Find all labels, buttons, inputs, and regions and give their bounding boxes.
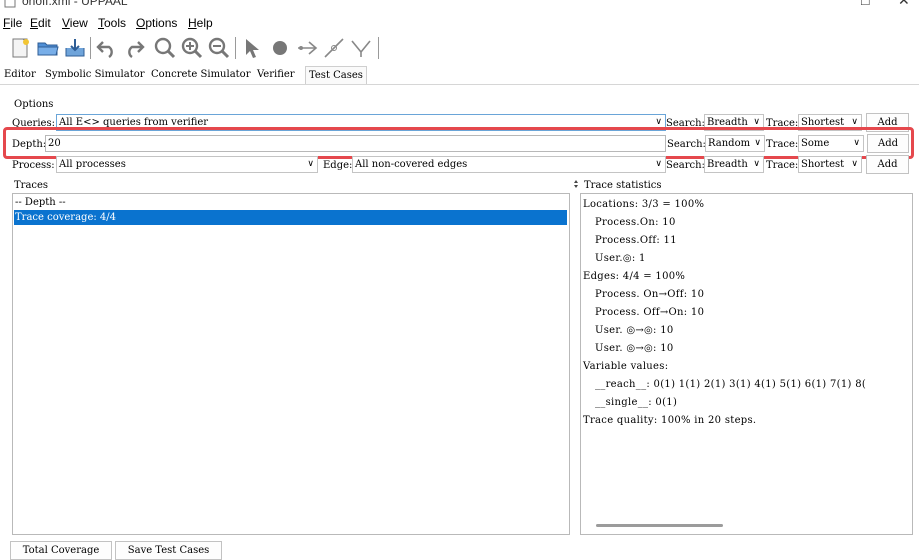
- trace-value: Shortest: [801, 159, 845, 170]
- tab-verifier[interactable]: Verifier: [254, 66, 298, 84]
- menu-bar: File Edit View Tools Options Help: [0, 13, 919, 33]
- highlight-box: [3, 127, 914, 159]
- select-arrow-icon[interactable]: [241, 36, 265, 60]
- list-item[interactable]: -- Depth --: [14, 195, 567, 210]
- menu-view[interactable]: View: [62, 16, 88, 30]
- menu-edit[interactable]: Edit: [30, 16, 51, 30]
- stats-title: Trace statistics: [584, 180, 662, 191]
- menu-tools-rest: ools: [104, 16, 127, 30]
- process-label: Process:: [12, 160, 55, 171]
- stats-trace-quality: Trace quality: 100% in 20 steps.: [583, 415, 757, 426]
- stats-line: __single__: 0(1): [595, 397, 678, 408]
- open-folder-icon[interactable]: [36, 36, 60, 60]
- save-icon[interactable]: [63, 36, 87, 60]
- title-bar: onoff.xml - UPPAAL □ ✕: [0, 0, 919, 12]
- save-test-cases-button[interactable]: Save Test Cases: [115, 541, 222, 560]
- menu-tools[interactable]: Tools: [98, 16, 126, 30]
- process-select[interactable]: All processes ∨: [56, 156, 318, 173]
- new-file-icon[interactable]: [9, 36, 33, 60]
- stats-line: Process. On→Off: 10: [595, 289, 705, 300]
- stats-line: Process. Off→On: 10: [595, 307, 705, 318]
- stats-line: User. ◎→◎: 10: [595, 325, 674, 336]
- chevron-down-icon: ∨: [851, 159, 858, 169]
- splitter-down-arrow-icon: [574, 185, 578, 188]
- search-value: Breadth: [707, 159, 748, 170]
- search-select-edge[interactable]: Breadth ∨: [704, 156, 764, 173]
- search-label: Search:: [666, 160, 705, 171]
- menu-options[interactable]: Options: [136, 16, 177, 30]
- menu-help-mnemonic: H: [188, 16, 197, 30]
- stats-horizontal-scrollbar[interactable]: [596, 524, 723, 527]
- redo-icon[interactable]: [122, 36, 146, 60]
- zoom-out-icon[interactable]: [207, 36, 231, 60]
- chevron-down-icon: ∨: [655, 159, 662, 169]
- process-value: All processes: [59, 159, 126, 170]
- stats-line: User.◎: 1: [595, 253, 646, 264]
- menu-options-rest: ptions: [145, 16, 178, 30]
- menu-help[interactable]: Help: [188, 16, 213, 30]
- menu-options-mnemonic: O: [136, 16, 146, 30]
- zoom-fit-icon[interactable]: [153, 36, 177, 60]
- nail-icon[interactable]: [322, 36, 346, 60]
- close-button[interactable]: ✕: [898, 0, 910, 9]
- stats-line: Process.Off: 11: [595, 235, 677, 246]
- menu-help-rest: elp: [196, 16, 213, 30]
- menu-file[interactable]: File: [3, 16, 22, 30]
- toolbar-separator: [90, 37, 91, 59]
- stats-line: __reach__: 0(1) 1(1) 2(1) 3(1) 4(1) 5(1)…: [595, 379, 867, 390]
- total-coverage-button[interactable]: Total Coverage: [10, 541, 112, 560]
- menu-view-mnemonic: V: [62, 16, 70, 30]
- stats-line: User. ◎→◎: 10: [595, 343, 674, 354]
- stats-line: Process.On: 10: [595, 217, 676, 228]
- maximize-button[interactable]: □: [861, 0, 869, 8]
- undo-icon[interactable]: [95, 36, 119, 60]
- chevron-down-icon: ∨: [307, 159, 314, 169]
- options-section-label: Options: [14, 99, 54, 110]
- edge-label: Edge:: [323, 160, 353, 171]
- stats-edges: Edges: 4/4 = 100%: [583, 271, 686, 282]
- edge-icon[interactable]: [295, 36, 319, 60]
- tab-test-cases[interactable]: Test Cases: [305, 66, 367, 85]
- chevron-down-icon: ∨: [753, 159, 760, 169]
- add-edge-button[interactable]: Add: [866, 155, 909, 174]
- trace-label: Trace:: [766, 160, 799, 171]
- toolbar-separator: [378, 37, 379, 59]
- traces-title: Traces: [14, 180, 49, 191]
- tab-divider: [0, 84, 919, 85]
- tab-concrete-simulator[interactable]: Concrete Simulator: [148, 66, 253, 84]
- window-title: onoff.xml - UPPAAL: [22, 0, 128, 8]
- branch-icon[interactable]: [349, 36, 373, 60]
- tab-editor[interactable]: Editor: [1, 66, 39, 84]
- stats-variable-values: Variable values:: [583, 361, 669, 372]
- toolbar-separator: [235, 37, 236, 59]
- trace-select-edge[interactable]: Shortest ∨: [798, 156, 862, 173]
- app-icon: [4, 0, 16, 8]
- traces-list[interactable]: -- Depth -- Trace coverage: 4/4: [12, 193, 570, 535]
- toolbar: [0, 34, 919, 64]
- menu-view-rest: iew: [69, 16, 88, 30]
- edge-select[interactable]: All non-covered edges ∨: [352, 156, 666, 173]
- menu-edit-mnemonic: E: [30, 16, 39, 30]
- stats-panel: Locations: 3/3 = 100% Process.On: 10 Pro…: [580, 193, 913, 535]
- menu-edit-rest: dit: [38, 16, 51, 30]
- panel-splitter[interactable]: [572, 180, 578, 536]
- menu-file-rest: ile: [10, 16, 23, 30]
- splitter-up-arrow-icon: [574, 180, 578, 183]
- location-icon[interactable]: [268, 36, 292, 60]
- zoom-in-icon[interactable]: [180, 36, 204, 60]
- edge-value: All non-covered edges: [355, 159, 468, 170]
- list-item-selected[interactable]: Trace coverage: 4/4: [14, 210, 567, 225]
- stats-locations: Locations: 3/3 = 100%: [583, 199, 705, 210]
- tab-symbolic-simulator[interactable]: Symbolic Simulator: [42, 66, 148, 84]
